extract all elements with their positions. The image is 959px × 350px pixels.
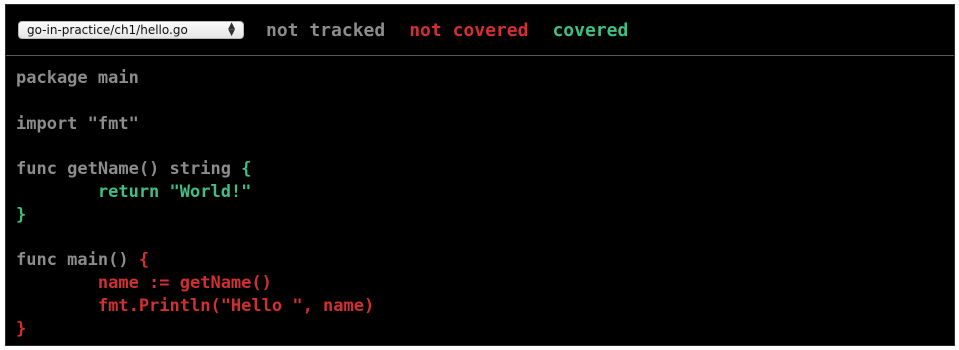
coverage-toolbar: go-in-practice/ch1/hello.go ▲ ▼ not track… bbox=[6, 5, 954, 56]
code-segment-covered: { bbox=[241, 159, 252, 180]
code-segment-not-covered: } bbox=[16, 318, 27, 339]
code-segment-covered: } bbox=[16, 204, 27, 225]
code-segment-not-covered: { bbox=[138, 250, 150, 271]
legend-covered: covered bbox=[552, 19, 629, 41]
code-line: func getName() string { bbox=[16, 158, 374, 181]
code-segment-not-tracked: package main bbox=[16, 68, 139, 88]
code-segment-not-tracked: func getName() string bbox=[16, 159, 242, 180]
code-segment-not-covered: name := getName() bbox=[16, 273, 272, 294]
code-line: package main bbox=[16, 67, 374, 90]
code-line: func main() { bbox=[16, 249, 374, 272]
legend-not-tracked: not tracked bbox=[266, 19, 386, 41]
code-segment-not-tracked: func main() bbox=[16, 250, 139, 271]
code-line: name := getName() bbox=[16, 272, 374, 295]
code-line: } bbox=[16, 204, 374, 227]
code-segment-not-tracked: import "fmt" bbox=[16, 113, 139, 134]
file-selector-value: go-in-practice/ch1/hello.go bbox=[27, 23, 188, 37]
legend-not-covered: not covered bbox=[409, 19, 529, 41]
coverage-report-window: go-in-practice/ch1/hello.go ▲ ▼ not track… bbox=[5, 4, 955, 346]
code-line: fmt.Println("Hello ", name) bbox=[16, 295, 374, 318]
code-segment-not-covered: fmt.Println("Hello ", name) bbox=[16, 295, 375, 316]
select-arrows-icon: ▲ ▼ bbox=[228, 21, 235, 38]
source-code-view: package main import "fmt" func getName() s… bbox=[16, 67, 374, 341]
file-selector-dropdown[interactable]: go-in-practice/ch1/hello.go ▲ ▼ bbox=[18, 21, 244, 39]
code-line: } bbox=[16, 318, 374, 341]
code-line: return "World!" bbox=[16, 181, 374, 204]
code-segment-covered: return "World!" bbox=[16, 181, 252, 202]
code-line: import "fmt" bbox=[16, 113, 374, 136]
